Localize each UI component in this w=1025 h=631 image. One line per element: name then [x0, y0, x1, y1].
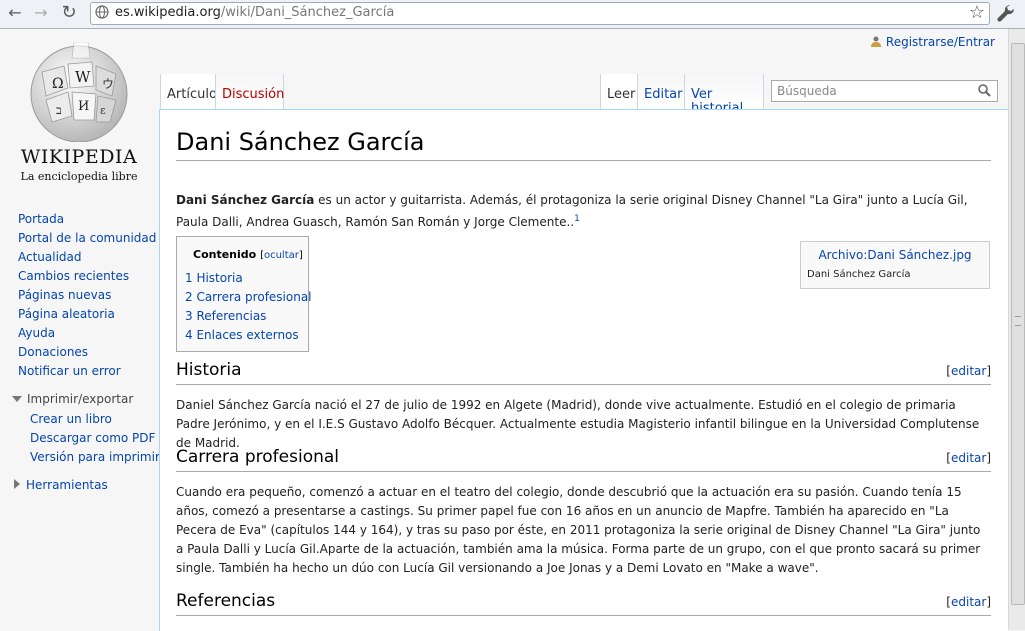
section-title: Carrera profesional [176, 447, 340, 467]
collapse-arrow-icon [14, 479, 20, 489]
section-text-historia: Daniel Sánchez García nació el 27 de jul… [176, 398, 980, 450]
section-heading-referencias: Referencias [editar] [176, 591, 991, 616]
tools-label: Herramientas [26, 478, 108, 492]
toc-item-historia[interactable]: 1 Historia [185, 269, 312, 288]
url-path: /wiki/Dani_Sánchez_García [220, 5, 395, 20]
wrench-icon[interactable] [996, 3, 1016, 23]
svg-text:Ω: Ω [52, 76, 64, 92]
url-text: es.wikipedia.org/wiki/Dani_Sánchez_Garcí… [115, 5, 394, 20]
edit-section-link[interactable]: editar [951, 595, 986, 609]
tab-read-label: Leer [607, 87, 636, 102]
section-heading-historia: Historia [editar] [176, 360, 991, 385]
toc-item-carrera[interactable]: 2 Carrera profesional [185, 288, 312, 307]
sidebar-item-actualidad[interactable]: Actualidad [18, 248, 158, 267]
toc-title: Contenido [ocultar] [193, 248, 303, 261]
page-title: Dani Sánchez García [176, 128, 991, 161]
search-input[interactable]: Búsqueda [771, 80, 998, 102]
print-export-label: Imprimir/exportar [27, 392, 134, 406]
toc-item-enlaces[interactable]: 4 Enlaces externos [185, 326, 312, 345]
sidebar-item-cambios-recientes[interactable]: Cambios recientes [18, 267, 158, 286]
edit-section-link[interactable]: editar [951, 451, 986, 465]
sidebar-item-donaciones[interactable]: Donaciones [18, 343, 158, 362]
download-pdf-link[interactable]: Descargar como PDF [30, 429, 160, 448]
section-heading-carrera: Carrera profesional [editar] [176, 447, 991, 472]
create-book-link[interactable]: Crear un libro [30, 410, 160, 429]
section-edit: [editar] [946, 364, 991, 378]
wikipedia-globe-icon: Ω W ウ ב И ε [30, 42, 128, 142]
image-file-link[interactable]: Archivo:Dani Sánchez.jpg [801, 248, 989, 262]
sidebar-navigation: Portada Portal de la comunidad Actualida… [18, 210, 158, 381]
image-caption: Dani Sánchez García [807, 269, 911, 280]
reload-button[interactable]: ↻ [58, 2, 80, 24]
sidebar-item-portal-comunidad[interactable]: Portal de la comunidad [18, 229, 158, 248]
tools-heading[interactable]: Herramientas [14, 478, 108, 492]
section-title: Historia [176, 360, 242, 380]
sidebar-item-pagina-aleatoria[interactable]: Página aleatoria [18, 305, 158, 324]
section-edit: [editar] [946, 595, 991, 609]
svg-text:W: W [75, 68, 91, 86]
tab-edit[interactable]: Editar [637, 74, 684, 109]
section-text-carrera: Cuando era pequeño, comenzó a actuar en … [176, 485, 981, 575]
globe-icon [95, 5, 109, 19]
svg-text:ウ: ウ [102, 77, 114, 91]
table-of-contents: Contenido [ocultar] 1 Historia 2 Carrera… [176, 236, 312, 352]
star-icon: ☆ [968, 2, 985, 23]
tab-article-label: Artículo [167, 87, 217, 102]
reference-link[interactable]: 1 [574, 214, 580, 224]
tab-talk[interactable]: Discusión [215, 74, 284, 109]
scrollbar-thumb[interactable] [1011, 43, 1025, 605]
sidebar-item-notificar-error[interactable]: Notificar un error [18, 362, 158, 381]
browser-toolbar: ← → ↻ es.wikipedia.org/wiki/Dani_Sánchez… [0, 0, 1025, 29]
lead-subject: Dani Sánchez García [176, 193, 315, 207]
wikipedia-logo[interactable]: Ω W ウ ב И ε WIKIPEDIA La enciclopedia li… [12, 42, 142, 192]
tab-talk-label: Discusión [222, 87, 285, 102]
back-button[interactable]: ← [4, 2, 26, 24]
print-export-heading[interactable]: Imprimir/exportar [12, 392, 133, 406]
svg-text:ε: ε [100, 104, 106, 117]
arrow-left-icon: ← [8, 3, 22, 22]
toc-list: 1 Historia 2 Carrera profesional 3 Refer… [185, 269, 312, 345]
tab-history[interactable]: Ver historial [684, 74, 764, 116]
section-title: Referencias [176, 591, 276, 611]
expand-arrow-icon [12, 396, 22, 402]
section-edit: [editar] [946, 451, 991, 465]
url-host: es.wikipedia.org [115, 5, 221, 20]
login-label: Registrarse/Entrar [885, 35, 995, 49]
article-content: Dani Sánchez García Dani Sánchez García … [159, 109, 1008, 631]
search-icon[interactable] [978, 84, 991, 97]
sidebar-item-portada[interactable]: Portada [18, 210, 158, 229]
toc-hide-toggle[interactable]: [ocultar] [260, 250, 303, 261]
edit-section-link[interactable]: editar [951, 364, 986, 378]
toc-heading: Contenido [193, 248, 257, 261]
print-export-list: Crear un libro Descargar como PDF Versió… [30, 410, 160, 467]
search-placeholder: Búsqueda [777, 84, 837, 98]
tab-read[interactable]: Leer [600, 74, 637, 109]
image-thumbnail: Archivo:Dani Sánchez.jpg Dani Sánchez Ga… [800, 241, 990, 289]
toc-hide-link[interactable]: ocultar [264, 250, 299, 261]
arrow-right-icon: → [34, 3, 48, 22]
tab-edit-label: Editar [644, 87, 683, 102]
svg-text:ב: ב [56, 103, 62, 117]
vertical-scrollbar[interactable] [1008, 29, 1025, 630]
user-icon [870, 36, 881, 47]
tab-article[interactable]: Artículo [160, 74, 217, 109]
bookmark-star-button[interactable]: ☆ [969, 2, 985, 23]
scrollbar-grip [1015, 316, 1021, 326]
printable-version-link[interactable]: Versión para imprimir [30, 448, 160, 467]
sidebar-item-paginas-nuevas[interactable]: Páginas nuevas [18, 286, 158, 305]
article-lead: Dani Sánchez García es un actor y guitar… [176, 191, 991, 232]
svg-text:И: И [78, 99, 89, 114]
reload-icon: ↻ [61, 2, 77, 23]
address-bar[interactable]: es.wikipedia.org/wiki/Dani_Sánchez_Garcí… [90, 2, 990, 25]
login-link[interactable]: Registrarse/Entrar [870, 35, 995, 49]
toc-item-referencias[interactable]: 3 Referencias [185, 307, 312, 326]
logo-tagline: La enciclopedia libre [20, 170, 138, 183]
sidebar-item-ayuda[interactable]: Ayuda [18, 324, 158, 343]
forward-button[interactable]: → [30, 2, 52, 24]
logo-wordmark: WIKIPEDIA [20, 146, 138, 168]
